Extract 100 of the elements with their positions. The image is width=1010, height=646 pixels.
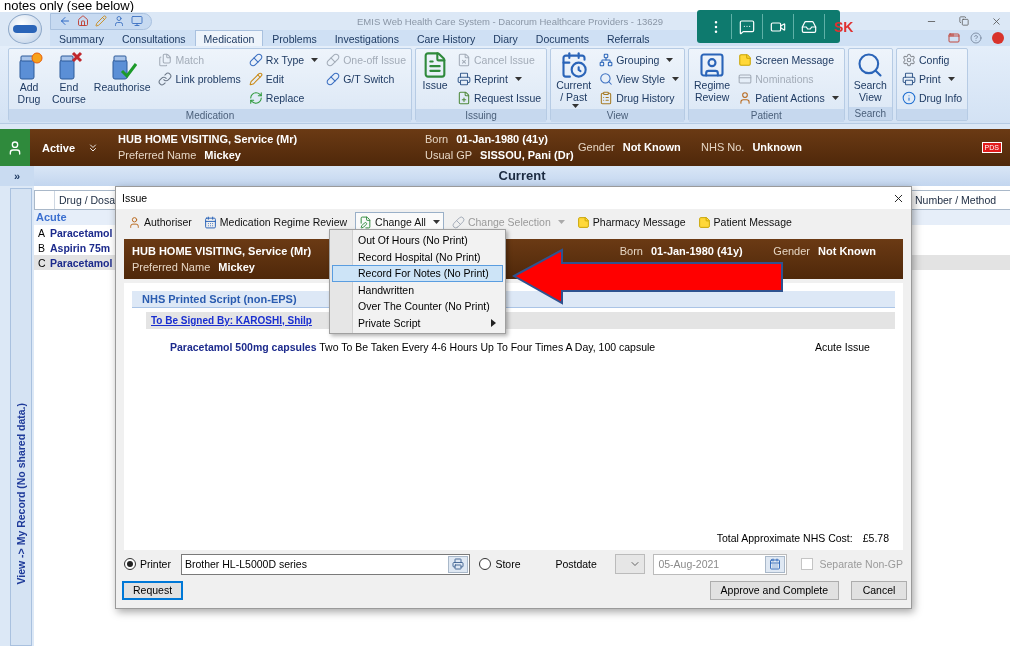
ribbon-tab[interactable]: Diary bbox=[484, 30, 527, 46]
caret-right-icon bbox=[491, 318, 496, 327]
radio-button[interactable] bbox=[479, 558, 492, 570]
chat-icon bbox=[739, 18, 755, 35]
menu-item[interactable]: Out Of Hours (No Print) bbox=[332, 232, 503, 249]
ribbon-button[interactable]: View Style bbox=[597, 70, 681, 88]
menu-item[interactable]: Record For Notes (No Print) bbox=[332, 265, 503, 282]
drug-name: Paracetamol bbox=[50, 256, 113, 269]
toolbar-button[interactable]: Medication Regime Review bbox=[199, 212, 352, 232]
ribbon-button[interactable]: Reauthorise bbox=[91, 51, 153, 107]
ribbon-button[interactable]: Print bbox=[899, 70, 965, 88]
date-field[interactable]: 05-Aug-2021 bbox=[653, 553, 787, 575]
pill-icon bbox=[326, 53, 341, 67]
caret-icon bbox=[947, 76, 955, 82]
help-icon bbox=[970, 32, 982, 44]
ribbon-tab[interactable]: Problems bbox=[263, 30, 326, 46]
radio-button[interactable] bbox=[124, 558, 136, 570]
field-label: Preferred Name bbox=[118, 149, 197, 161]
ribbon-button[interactable]: Grouping bbox=[597, 51, 681, 69]
field-value: 01-Jan-1980 (41y) bbox=[456, 133, 548, 145]
group-label-bar: View bbox=[551, 109, 684, 122]
printer-icon bbox=[457, 72, 472, 86]
info-icon bbox=[901, 91, 916, 105]
printer-field[interactable]: Brother HL-L5000D series bbox=[180, 553, 470, 575]
ribbon-tab[interactable]: Medication bbox=[194, 30, 264, 46]
field-value: Not Known bbox=[818, 244, 877, 257]
settings-icon bbox=[901, 53, 916, 67]
menu-item[interactable]: Record Hospital (No Print) bbox=[332, 248, 503, 265]
ribbon-button[interactable]: Link problems bbox=[156, 70, 243, 88]
document-x-icon bbox=[457, 53, 472, 67]
patient-name: HUB HOME VISITING, Service (Mr) bbox=[118, 133, 298, 145]
status-button[interactable]: Active bbox=[30, 129, 118, 166]
group-label-bar: Medication bbox=[9, 109, 412, 122]
ribbon-button[interactable]: Search View bbox=[851, 51, 889, 105]
files-icon bbox=[158, 53, 173, 67]
caret-icon bbox=[514, 76, 522, 82]
ribbon-tab[interactable]: Consultations bbox=[112, 30, 195, 46]
ribbon-button[interactable]: Replace bbox=[246, 89, 321, 107]
document-pen-icon bbox=[359, 215, 373, 229]
dialog-button[interactable]: Request bbox=[122, 580, 184, 600]
printer-button[interactable] bbox=[447, 555, 468, 573]
app-logo[interactable] bbox=[8, 14, 42, 44]
row-letter: A bbox=[37, 226, 46, 239]
ribbon-button[interactable]: Drug History bbox=[597, 89, 681, 107]
row-letter: B bbox=[37, 241, 46, 254]
record-link[interactable]: View -> My Record (No shared data.) bbox=[15, 403, 27, 585]
field-value: Unknown bbox=[752, 141, 802, 153]
dialog-button[interactable]: Approve and Complete bbox=[709, 580, 839, 600]
search-icon bbox=[599, 72, 614, 86]
toolbar-button[interactable]: Change All bbox=[355, 212, 444, 232]
ribbon-button[interactable]: Current / Past bbox=[554, 51, 594, 107]
restore-icon bbox=[959, 16, 969, 26]
ribbon-tab[interactable]: Referrals bbox=[597, 30, 659, 46]
menu-item[interactable]: Private Script bbox=[332, 314, 503, 331]
ribbon-button[interactable]: Reprint bbox=[455, 70, 544, 88]
ribbon-button[interactable]: G/T Switch bbox=[324, 70, 409, 88]
ribbon-button[interactable]: Rx Type bbox=[246, 51, 321, 69]
ribbon-tab[interactable]: Documents bbox=[526, 30, 598, 46]
menu-item[interactable]: Over The Counter (No Print) bbox=[332, 298, 503, 315]
radio-label[interactable]: Printer bbox=[140, 558, 171, 570]
patient-icon bbox=[0, 129, 30, 166]
window-icon bbox=[948, 32, 960, 44]
user-card-icon bbox=[698, 51, 727, 79]
ribbon-tab[interactable]: Investigations bbox=[325, 30, 408, 46]
dialog-button[interactable]: Cancel bbox=[851, 580, 907, 600]
pill-icon bbox=[451, 215, 465, 229]
ribbon-button[interactable]: Issue bbox=[419, 51, 452, 107]
ribbon-button[interactable]: Request Issue bbox=[455, 89, 544, 107]
list-title: Current bbox=[498, 168, 546, 183]
ribbon-button[interactable]: End Course bbox=[50, 51, 88, 107]
calendar-button[interactable] bbox=[764, 555, 785, 573]
toolbar-button[interactable]: Pharmacy Message bbox=[572, 212, 690, 232]
document-plus-icon bbox=[457, 91, 472, 105]
printer-icon bbox=[901, 72, 916, 86]
ribbon-button[interactable]: Patient Actions bbox=[736, 89, 841, 107]
caret-icon bbox=[432, 219, 440, 225]
total-value: £5.78 bbox=[862, 532, 889, 544]
ribbon-button[interactable]: Config bbox=[899, 51, 965, 69]
search-icon bbox=[856, 51, 885, 79]
group-label-bar: Search bbox=[848, 107, 892, 120]
radio-label[interactable]: Store bbox=[495, 558, 521, 570]
ribbon-button[interactable]: Edit bbox=[246, 70, 321, 88]
signer-link[interactable]: To Be Signed By: KAROSHI, Shilp bbox=[151, 315, 312, 326]
clipboard-icon bbox=[599, 91, 614, 105]
toolbar-button[interactable]: Authoriser bbox=[124, 212, 196, 232]
ribbon-button[interactable]: Add Drug bbox=[12, 51, 46, 107]
collapse-button[interactable]: » bbox=[0, 166, 34, 186]
hierarchy-icon bbox=[599, 53, 614, 67]
caret-icon bbox=[831, 95, 839, 101]
ribbon-tab[interactable]: Summary bbox=[50, 30, 113, 46]
ribbon-button[interactable]: Drug Info bbox=[899, 89, 965, 107]
menu-item[interactable]: Handwritten bbox=[332, 281, 503, 298]
ribbon-button[interactable]: Regime Review bbox=[692, 51, 733, 107]
toolbar-button[interactable]: Patient Message bbox=[693, 212, 796, 232]
group-label-bar: Issuing bbox=[416, 109, 547, 122]
ribbon-tab[interactable]: Care History bbox=[407, 30, 485, 46]
ribbon-button[interactable]: Screen Message bbox=[736, 51, 841, 69]
field-label: Preferred Name bbox=[132, 260, 211, 273]
caret-icon bbox=[666, 57, 674, 63]
caret-icon bbox=[311, 57, 319, 63]
